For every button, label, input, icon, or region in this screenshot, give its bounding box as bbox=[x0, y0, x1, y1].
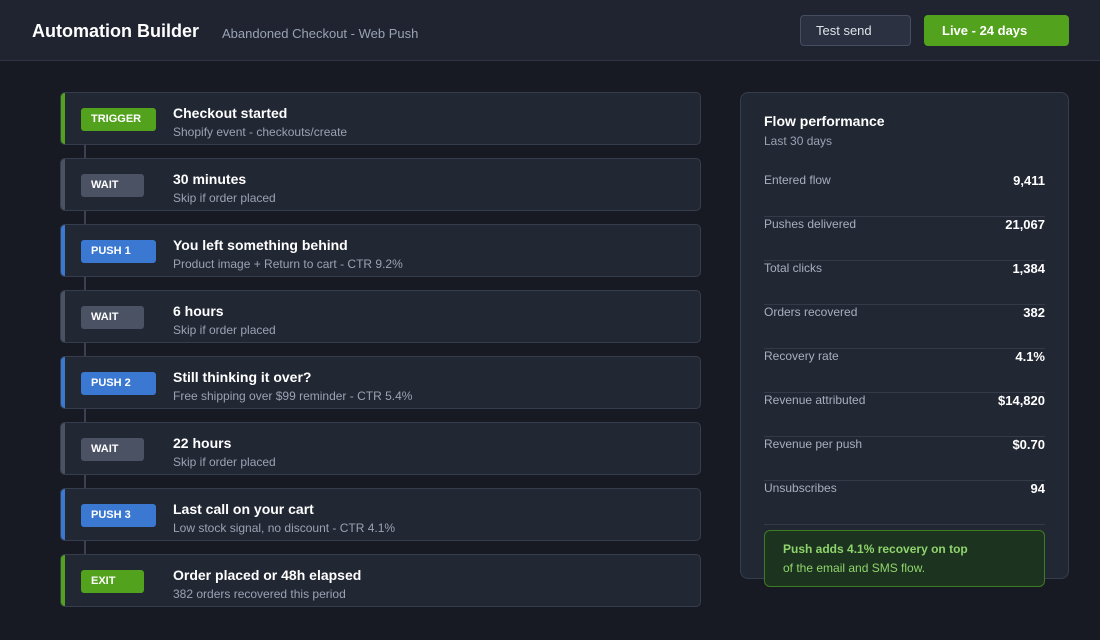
step-title: 30 minutes bbox=[173, 171, 247, 187]
metric-row-entered-flow: Entered flow 9,411 bbox=[764, 173, 1045, 217]
step-badge: WAIT bbox=[81, 306, 144, 329]
step-title: Last call on your cart bbox=[173, 501, 314, 517]
panel-title: Flow performance bbox=[764, 113, 885, 129]
step-subtitle: Product image + Return to cart - CTR 9.2… bbox=[173, 257, 403, 271]
live-status-button[interactable]: Live - 24 days bbox=[924, 15, 1069, 46]
step-subtitle: Low stock signal, no discount - CTR 4.1% bbox=[173, 521, 396, 535]
flow-name: Abandoned Checkout - Web Push bbox=[222, 26, 419, 41]
metric-row-total-clicks: Total clicks 1,384 bbox=[764, 261, 1045, 305]
metric-row-unsubscribes: Unsubscribes 94 bbox=[764, 481, 1045, 525]
step-accent-bar bbox=[61, 423, 65, 474]
metric-row-pushes-delivered: Pushes delivered 21,067 bbox=[764, 217, 1045, 261]
step-accent-bar bbox=[61, 93, 65, 144]
step-wait-3[interactable]: WAIT 22 hours Skip if order placed bbox=[60, 422, 701, 475]
step-title: You left something behind bbox=[173, 237, 348, 253]
insight-callout: Push adds 4.1% recovery on top of the em… bbox=[764, 530, 1045, 587]
step-subtitle: Skip if order placed bbox=[173, 455, 276, 469]
step-badge: WAIT bbox=[81, 174, 144, 197]
metric-label: Entered flow bbox=[764, 173, 831, 187]
app-title: Automation Builder bbox=[32, 21, 199, 41]
panel-subtitle: Last 30 days bbox=[764, 134, 833, 148]
step-title: Still thinking it over? bbox=[173, 369, 312, 385]
step-badge: PUSH 2 bbox=[81, 372, 156, 395]
step-exit[interactable]: EXIT Order placed or 48h elapsed 382 ord… bbox=[60, 554, 701, 607]
step-subtitle: 382 orders recovered this period bbox=[173, 587, 346, 601]
step-accent-bar bbox=[61, 291, 65, 342]
step-wait-1[interactable]: WAIT 30 minutes Skip if order placed bbox=[60, 158, 701, 211]
metric-label: Revenue per push bbox=[764, 437, 863, 451]
metric-row-revenue-per-push: Revenue per push $0.70 bbox=[764, 437, 1045, 481]
step-badge: TRIGGER bbox=[81, 108, 156, 131]
metric-value: 382 bbox=[1023, 305, 1045, 320]
step-accent-bar bbox=[61, 225, 65, 276]
metric-value: 4.1% bbox=[1015, 349, 1045, 364]
metric-value: 1,384 bbox=[1012, 261, 1045, 276]
step-title: 6 hours bbox=[173, 303, 224, 319]
metric-value: $0.70 bbox=[1012, 437, 1045, 452]
step-subtitle: Free shipping over $99 reminder - CTR 5.… bbox=[173, 389, 413, 403]
step-badge: PUSH 1 bbox=[81, 240, 156, 263]
test-send-button[interactable]: Test send bbox=[800, 15, 911, 46]
metric-value: 94 bbox=[1030, 481, 1045, 496]
callout-headline: Push adds 4.1% recovery on top bbox=[783, 542, 968, 556]
step-subtitle: Skip if order placed bbox=[173, 323, 276, 337]
step-wait-2[interactable]: WAIT 6 hours Skip if order placed bbox=[60, 290, 701, 343]
metric-row-orders-recovered: Orders recovered 382 bbox=[764, 305, 1045, 349]
metric-value: 21,067 bbox=[1005, 217, 1045, 232]
step-trigger[interactable]: TRIGGER Checkout started Shopify event -… bbox=[60, 92, 701, 145]
metric-value: $14,820 bbox=[998, 393, 1045, 408]
step-title: Checkout started bbox=[173, 105, 288, 121]
metric-label: Total clicks bbox=[764, 261, 823, 275]
step-accent-bar bbox=[61, 357, 65, 408]
step-push-2[interactable]: PUSH 2 Still thinking it over? Free ship… bbox=[60, 356, 701, 409]
step-title: 22 hours bbox=[173, 435, 232, 451]
top-bar: Automation Builder Abandoned Checkout - … bbox=[0, 0, 1100, 61]
metric-label: Recovery rate bbox=[764, 349, 839, 363]
step-accent-bar bbox=[61, 489, 65, 540]
step-badge: WAIT bbox=[81, 438, 144, 461]
step-badge: PUSH 3 bbox=[81, 504, 156, 527]
metric-row-recovery-rate: Recovery rate 4.1% bbox=[764, 349, 1045, 393]
metric-label: Revenue attributed bbox=[764, 393, 866, 407]
flow-performance-panel: Flow performance Last 30 days Entered fl… bbox=[740, 92, 1069, 587]
metric-label: Unsubscribes bbox=[764, 481, 837, 495]
metric-label: Orders recovered bbox=[764, 305, 858, 319]
step-push-1[interactable]: PUSH 1 You left something behind Product… bbox=[60, 224, 701, 277]
step-accent-bar bbox=[61, 159, 65, 210]
metric-label: Pushes delivered bbox=[764, 217, 857, 231]
metric-value: 9,411 bbox=[1013, 173, 1045, 188]
step-push-3[interactable]: PUSH 3 Last call on your cart Low stock … bbox=[60, 488, 701, 541]
step-accent-bar bbox=[61, 555, 65, 606]
step-subtitle: Skip if order placed bbox=[173, 191, 276, 205]
step-badge: EXIT bbox=[81, 570, 144, 593]
metric-row-revenue-attributed: Revenue attributed $14,820 bbox=[764, 393, 1045, 437]
step-subtitle: Shopify event - checkouts/create bbox=[173, 125, 348, 139]
callout-detail: of the email and SMS flow. bbox=[783, 561, 926, 575]
step-title: Order placed or 48h elapsed bbox=[173, 567, 362, 583]
